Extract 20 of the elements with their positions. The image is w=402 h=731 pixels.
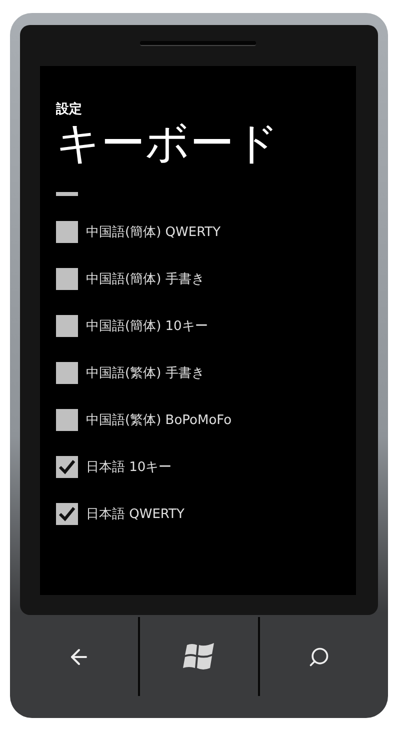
check-icon bbox=[58, 458, 76, 474]
windows-logo-icon bbox=[182, 640, 216, 672]
checkbox[interactable] bbox=[56, 362, 78, 384]
checkbox-label: 日本語 QWERTY bbox=[86, 506, 184, 522]
checkbox-label: 中国語(簡体) QWERTY bbox=[86, 224, 221, 240]
checkbox[interactable] bbox=[56, 220, 78, 242]
checkbox[interactable] bbox=[56, 502, 78, 524]
checkbox[interactable] bbox=[56, 456, 78, 478]
checkbox-label: 中国語(繁体) 手書き bbox=[86, 364, 204, 382]
search-icon bbox=[308, 646, 330, 668]
checkbox[interactable] bbox=[56, 314, 78, 336]
page-title: キーボード bbox=[56, 118, 280, 170]
checkbox-label: 中国語(簡体) 手書き bbox=[86, 270, 204, 288]
checkbox-label: 日本語 10キー bbox=[86, 458, 172, 476]
checkbox[interactable] bbox=[56, 408, 78, 430]
checkbox[interactable] bbox=[56, 268, 78, 290]
checkbox-label: 中国語(簡体) 10キー bbox=[86, 318, 208, 334]
check-icon bbox=[58, 506, 76, 522]
checkbox-label: 中国語(繁体) BoPoMoFo bbox=[86, 412, 232, 428]
page-subtitle: 設定 bbox=[56, 102, 83, 118]
